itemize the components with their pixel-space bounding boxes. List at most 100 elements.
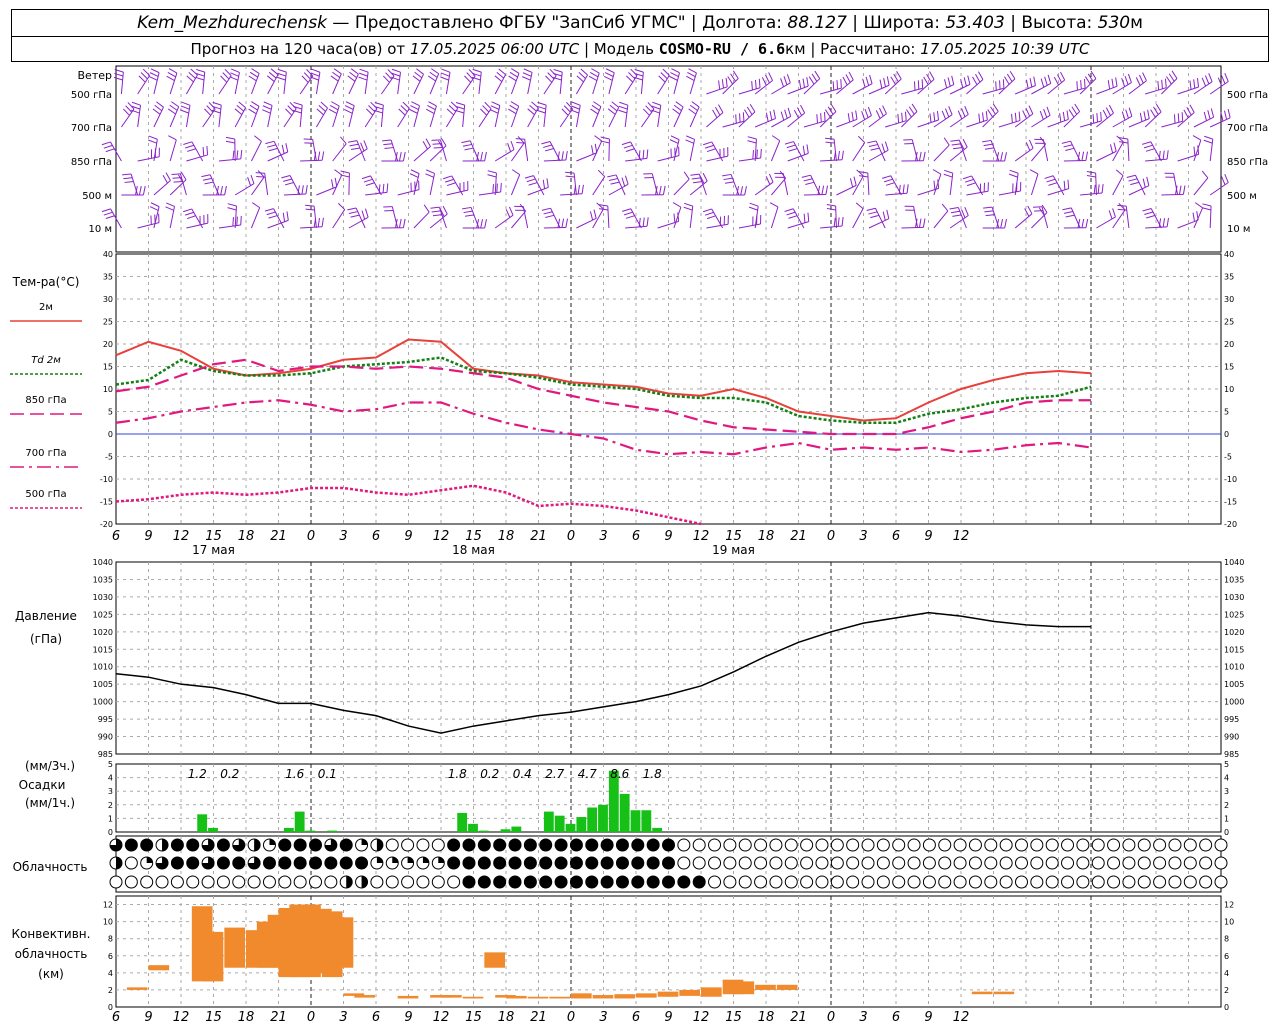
wind-barb-feather xyxy=(948,106,953,115)
wind-barb-feather xyxy=(882,105,887,114)
wind-barb-feather xyxy=(206,145,209,155)
wind-barb-feather xyxy=(1145,148,1155,152)
wind-barb-feather xyxy=(443,175,452,180)
wind-barb-feather xyxy=(1028,139,1034,149)
pressure-tick-label: 1015 xyxy=(1224,645,1244,654)
wind-barb-feather xyxy=(332,71,341,78)
cloud-symbol xyxy=(1076,838,1090,852)
conv-tick-label: 6 xyxy=(108,952,113,961)
wind-barb-feather xyxy=(1138,74,1144,84)
cloud-fill xyxy=(116,857,122,869)
wind-level-label: 700 гПа xyxy=(1227,123,1268,134)
wind-barb xyxy=(1161,193,1184,196)
cloud-symbol xyxy=(523,856,537,870)
cloud-symbol xyxy=(1199,875,1213,889)
wind-barb-feather xyxy=(180,105,190,110)
conv-bar xyxy=(224,927,245,968)
wind-barb-feather xyxy=(884,141,889,151)
wind-barb-feather xyxy=(462,143,472,147)
cloud-symbol xyxy=(708,856,722,870)
pressure-tick-label: 1035 xyxy=(1224,575,1244,584)
wind-barb-feather xyxy=(823,112,826,122)
wind-barb-feather xyxy=(1117,208,1127,211)
wind-barb xyxy=(510,174,521,196)
pressure-tick-label: 985 xyxy=(1224,750,1239,759)
hour-label-temp: 6 xyxy=(632,529,640,544)
wind-barb-feather xyxy=(427,105,436,111)
wind-barb-feather xyxy=(951,75,955,85)
wind-barb xyxy=(1145,226,1168,229)
wind-barb-feather xyxy=(704,211,714,216)
wind-barb-feather xyxy=(1224,174,1229,183)
wind-barb-feather xyxy=(786,211,796,216)
legend-label: 700 гПа xyxy=(25,448,66,459)
wind-barb-feather xyxy=(1186,107,1192,116)
wind-barb-feather xyxy=(250,174,255,184)
temp-tick-label: 40 xyxy=(1224,250,1234,259)
wind-barb-feather xyxy=(886,76,890,86)
wind-barb-feather xyxy=(487,174,497,178)
wind-barb-feather xyxy=(599,208,609,211)
legend-label: 850 гПа xyxy=(25,395,66,406)
cloud-symbol xyxy=(585,838,599,852)
wind-barb-feather xyxy=(1066,110,1069,120)
cloud-fill xyxy=(361,876,368,888)
wind-barb-feather xyxy=(423,204,430,213)
wind-barb-feather xyxy=(409,108,418,114)
wind-barb-feather xyxy=(284,182,294,186)
wind-barb-feather xyxy=(883,178,893,183)
cloud-symbol xyxy=(600,875,614,889)
wind-barb-feather xyxy=(780,78,784,87)
wind-barb xyxy=(169,72,178,95)
wind-barb-feather xyxy=(577,184,580,195)
cloud-symbol xyxy=(186,856,200,870)
wind-barb-feather xyxy=(1150,109,1156,118)
wind-barb-feather xyxy=(1029,169,1039,175)
meteogram: 1.2 0.2 1.6 0.1 1.8 0.2 0.4 2.7 4.7 8.6 1.8 -20 -20… xyxy=(10,65,1268,1024)
wind-barb-feather xyxy=(546,178,549,188)
conv-bar xyxy=(636,993,657,998)
pressure-unit: (гПа) xyxy=(30,632,62,646)
wind-barb-feather xyxy=(1076,81,1078,91)
cloud-symbol xyxy=(1153,875,1167,889)
wind-barb xyxy=(470,207,480,229)
wind-barb-feather xyxy=(1018,111,1021,121)
wind-barb-feather xyxy=(722,173,732,177)
wind-barb-feather xyxy=(754,79,757,89)
wind-barb xyxy=(1125,206,1130,229)
wind-barb-feather xyxy=(247,177,252,186)
wind-barb xyxy=(738,223,761,229)
wind-barb-feather xyxy=(529,104,537,112)
wind-barb xyxy=(782,173,789,196)
wind-barb-feather xyxy=(744,186,747,196)
wind-barb-feather xyxy=(344,105,354,110)
wind-barb xyxy=(522,206,529,229)
wind-barb-feather xyxy=(236,150,239,160)
wind-barb-feather xyxy=(917,80,920,90)
wind-barb-feather xyxy=(609,104,618,112)
wind-barb-feather xyxy=(500,182,502,193)
wind-barb xyxy=(348,172,350,196)
cloud-symbol xyxy=(922,875,936,889)
wind-barb-feather xyxy=(1201,170,1209,179)
wind-barb-feather xyxy=(276,76,286,81)
wind-level-label: 500 м xyxy=(1227,191,1257,202)
wind-barb-feather xyxy=(547,72,555,80)
conv-tick-label: 4 xyxy=(1224,969,1229,978)
wind-barb xyxy=(153,180,171,196)
wind-barb-feather xyxy=(426,108,435,114)
wind-barb-feather xyxy=(646,149,649,159)
wind-barb-feather xyxy=(921,79,924,89)
wind-barb-feather xyxy=(227,207,237,211)
wind-barb-feather xyxy=(821,185,825,195)
wind-barb-feather xyxy=(446,108,455,116)
wind-barb-feather xyxy=(1044,76,1048,86)
wind-barb-feather xyxy=(944,79,948,89)
wind-barb-feather xyxy=(201,174,211,178)
wind-barb xyxy=(641,108,655,128)
wind-barb-feather xyxy=(825,137,835,140)
precip-bar xyxy=(283,827,294,832)
wind-barb-feather xyxy=(780,111,785,121)
hour-label-bottom: 15 xyxy=(205,1010,222,1024)
cloud-symbol xyxy=(523,838,537,852)
